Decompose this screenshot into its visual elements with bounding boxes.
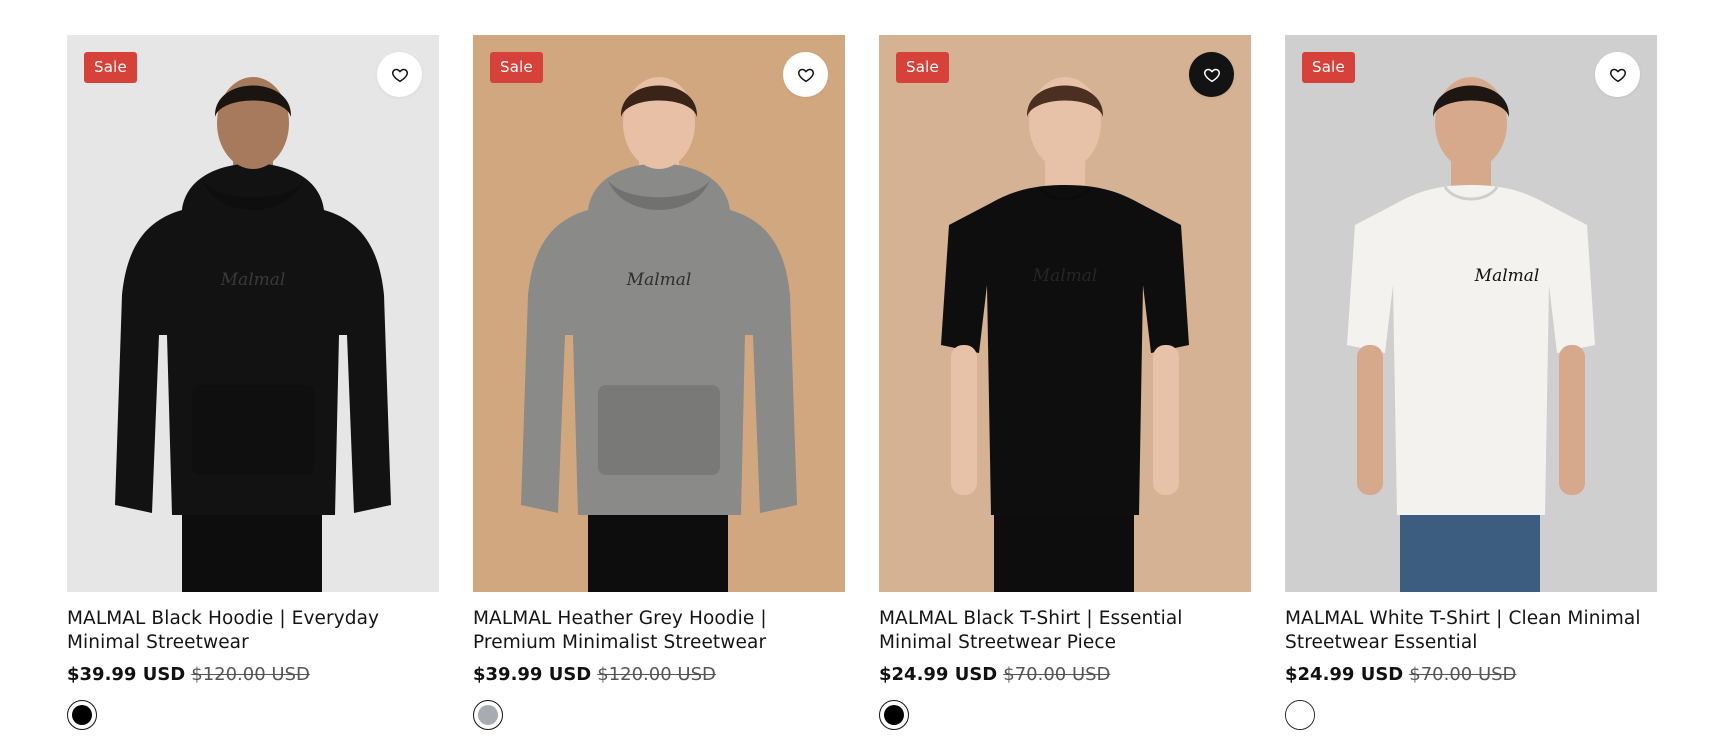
arm-shape xyxy=(1559,345,1585,495)
product-card[interactable]: Malmal Sale MALMAL Black Hoodie | Everyd… xyxy=(67,35,439,730)
compare-at-price: $120.00 USD xyxy=(191,664,310,685)
heart-icon xyxy=(391,68,408,82)
product-card[interactable]: Malmal Sale MALMAL Black T-Shirt | Essen… xyxy=(879,35,1251,730)
price-block: $24.99 USD $70.00 USD xyxy=(1285,663,1657,687)
color-swatch[interactable] xyxy=(67,700,97,730)
brand-logo-print: Malmal xyxy=(220,270,286,290)
product-image-link[interactable]: Malmal Sale xyxy=(1285,35,1657,592)
product-photo: Malmal xyxy=(473,35,845,592)
wishlist-button[interactable] xyxy=(1595,52,1640,97)
swatch-color-dot xyxy=(884,705,904,725)
pocket-shape xyxy=(192,385,314,475)
color-swatches xyxy=(1285,700,1657,730)
compare-at-price: $70.00 USD xyxy=(1003,664,1111,685)
pants-shape xyxy=(182,505,322,592)
product-card[interactable]: Malmal Sale MALMAL White T-Shirt | Clean… xyxy=(1285,35,1657,730)
compare-at-price: $70.00 USD xyxy=(1409,664,1517,685)
swatch-color-dot xyxy=(1286,701,1314,729)
wishlist-button[interactable] xyxy=(783,52,828,97)
heart-icon xyxy=(1203,68,1220,82)
product-title-link[interactable]: MALMAL Black T-Shirt | Essential Minimal… xyxy=(879,607,1251,655)
brand-logo-print: Malmal xyxy=(1474,266,1540,286)
heart-icon xyxy=(1609,68,1626,82)
product-photo: Malmal xyxy=(879,35,1251,592)
sale-badge: Sale xyxy=(1302,52,1355,83)
heart-icon xyxy=(797,68,814,82)
sale-price: $39.99 USD xyxy=(67,664,186,685)
brand-logo-print: Malmal xyxy=(626,270,692,290)
arm-shape xyxy=(1153,345,1179,495)
product-photo: Malmal xyxy=(67,35,439,592)
wishlist-button[interactable] xyxy=(1189,52,1234,97)
product-title-link[interactable]: MALMAL White T-Shirt | Clean Minimal Str… xyxy=(1285,607,1657,655)
price-block: $39.99 USD $120.00 USD xyxy=(67,663,439,687)
sale-badge: Sale xyxy=(84,52,137,83)
sale-badge: Sale xyxy=(490,52,543,83)
compare-at-price: $120.00 USD xyxy=(597,664,716,685)
swatch-color-dot xyxy=(478,705,498,725)
product-image-link[interactable]: Malmal Sale xyxy=(67,35,439,592)
arm-shape xyxy=(951,345,977,495)
color-swatch[interactable] xyxy=(473,700,503,730)
product-card[interactable]: Malmal Sale MALMAL Heather Grey Hoodie |… xyxy=(473,35,845,730)
wishlist-button[interactable] xyxy=(377,52,422,97)
price-block: $24.99 USD $70.00 USD xyxy=(879,663,1251,687)
product-title-link[interactable]: MALMAL Black Hoodie | Everyday Minimal S… xyxy=(67,607,439,655)
sale-badge: Sale xyxy=(896,52,949,83)
brand-logo-print: Malmal xyxy=(1032,266,1098,286)
color-swatch[interactable] xyxy=(879,700,909,730)
product-grid: Malmal Sale MALMAL Black Hoodie | Everyd… xyxy=(0,0,1716,730)
arm-shape xyxy=(1357,345,1383,495)
color-swatch[interactable] xyxy=(1285,700,1315,730)
product-title-link[interactable]: MALMAL Heather Grey Hoodie | Premium Min… xyxy=(473,607,845,655)
color-swatches xyxy=(473,700,845,730)
color-swatches xyxy=(879,700,1251,730)
color-swatches xyxy=(67,700,439,730)
pocket-shape xyxy=(598,385,720,475)
pants-shape xyxy=(588,505,728,592)
sale-price: $39.99 USD xyxy=(473,664,592,685)
sale-price: $24.99 USD xyxy=(879,664,998,685)
product-image-link[interactable]: Malmal Sale xyxy=(473,35,845,592)
price-block: $39.99 USD $120.00 USD xyxy=(473,663,845,687)
swatch-color-dot xyxy=(72,705,92,725)
product-photo: Malmal xyxy=(1285,35,1657,592)
pants-shape xyxy=(994,505,1134,592)
product-image-link[interactable]: Malmal Sale xyxy=(879,35,1251,592)
pants-shape xyxy=(1400,505,1540,592)
sale-price: $24.99 USD xyxy=(1285,664,1404,685)
